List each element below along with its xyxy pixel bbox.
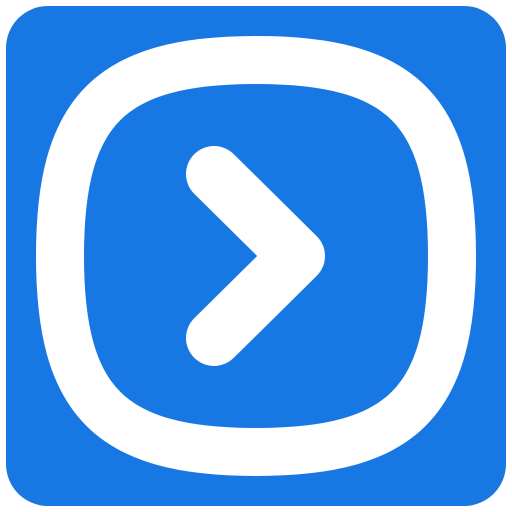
app-icon[interactable]	[0, 0, 512, 512]
app-icon-svg	[6, 6, 506, 506]
